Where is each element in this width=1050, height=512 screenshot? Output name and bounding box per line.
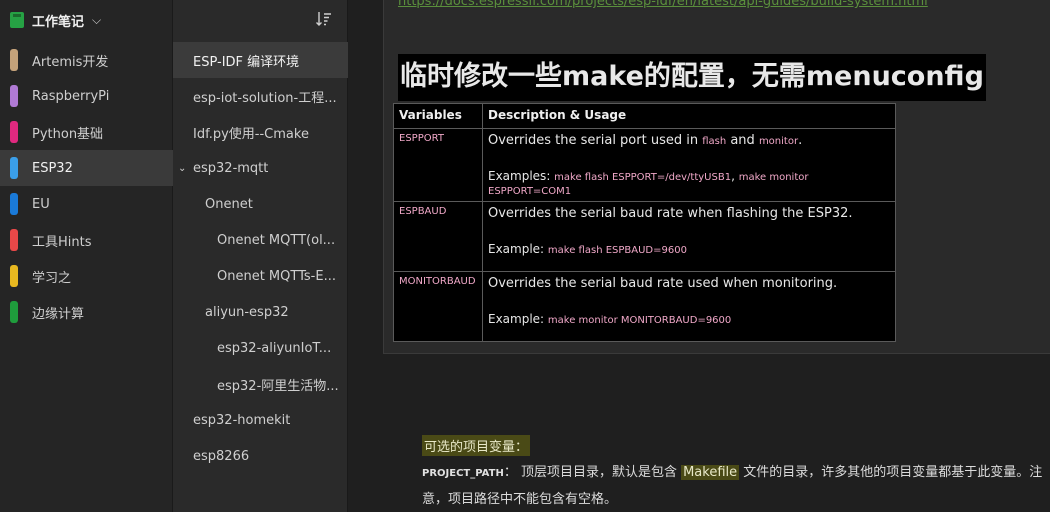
optional-vars-label: 可选的项目变量： (422, 435, 531, 456)
section-label: 工具Hints (32, 234, 92, 250)
variable-name: ESPPORT (393, 128, 483, 202)
desc-text: Overrides the serial port used in (488, 133, 703, 148)
note-item[interactable]: Idf.py使用--Cmake (173, 114, 348, 150)
note-label: esp32-aliyunIoT... (217, 340, 332, 356)
note-label: aliyun-esp32 (205, 304, 289, 320)
note-item[interactable]: ESP-IDF 编译环境 (173, 42, 348, 78)
variable-name: MONITORBAUD (393, 271, 483, 342)
variable-name: ESPBAUD (393, 201, 483, 272)
section-color-tab (10, 121, 18, 143)
section-label: 学习之 (32, 270, 72, 286)
desc-text: Overrides the serial baud rate when flas… (488, 206, 853, 221)
sort-icon[interactable] (315, 10, 335, 30)
note-item[interactable]: esp32-homekit (173, 402, 348, 438)
note-label: Onenet MQTT(ol... (217, 232, 336, 248)
highlighted-text: Makefile (681, 465, 740, 480)
notebook-sidebar: 工作笔记 ⌵ Artemis开发 RaspberryPi Python基础 ESP32… (0, 0, 173, 512)
section-label: Python基础 (32, 126, 104, 142)
note-label: esp8266 (193, 448, 250, 464)
section-item[interactable]: RaspberryPi (0, 78, 173, 114)
section-label: ESP32 (32, 160, 73, 176)
section-label: 边缘计算 (32, 306, 85, 322)
chevron-down-icon: ⌵ (92, 12, 102, 27)
desc-text: Overrides the serial baud rate used when… (488, 276, 838, 291)
section-item[interactable]: EU (0, 186, 173, 222)
note-editor: https://docs.espressif.com/projects/esp-… (349, 0, 1050, 512)
note-label: Idf.py使用--Cmake (193, 126, 309, 142)
inline-code: flash (702, 136, 727, 147)
section-color-tab (10, 193, 18, 215)
paragraph-text: 顶层项目目录，默认是包含 (516, 465, 682, 480)
desc-text: and (726, 133, 759, 148)
doc-link[interactable]: https://docs.espressif.com/projects/esp-… (398, 0, 928, 9)
section-item[interactable]: Artemis开发 (0, 42, 173, 78)
project-path-paragraph: PROJECT_PATH： 顶层项目目录，默认是包含 Makefile 文件的目… (422, 460, 1050, 512)
note-item[interactable]: esp8266 (173, 438, 348, 474)
example-label: Example: (488, 242, 548, 256)
section-color-tab (10, 85, 18, 107)
note-item[interactable]: ⌄ esp32-mqtt (173, 150, 348, 186)
note-label: esp32-homekit (193, 412, 291, 428)
variable-description: Overrides the serial port used in flash … (482, 128, 896, 202)
notebook-icon (10, 12, 24, 28)
example-label: Example: (488, 312, 548, 326)
table-row: MONITORBAUD Overrides the serial baud ra… (393, 271, 896, 342)
inline-code: monitor (758, 136, 799, 147)
notebook-title: 工作笔记 (32, 14, 85, 30)
table-header-row: Variables Description & Usage (393, 103, 896, 129)
inline-code: make flash ESPBAUD=9600 (547, 245, 687, 256)
table-header: Variables (393, 103, 483, 129)
section-color-tab (10, 49, 18, 71)
table-row: ESPPORT Overrides the serial port used i… (393, 128, 896, 202)
desc-text: . (798, 133, 803, 148)
section-color-tab (10, 157, 18, 179)
note-label: Onenet (205, 196, 253, 212)
note-item[interactable]: Onenet MQTT(ol... (173, 222, 348, 258)
inline-code: make monitor MONITORBAUD=9600 (547, 315, 732, 326)
note-label: esp32-阿里生活物... (217, 378, 339, 394)
section-item[interactable]: 工具Hints (0, 222, 173, 258)
section-label: RaspberryPi (32, 88, 110, 104)
note-label: esp32-mqtt (193, 160, 269, 176)
note-item[interactable]: esp-iot-solution-工程... (173, 78, 348, 114)
note-item[interactable]: Onenet (173, 186, 348, 222)
example-sep: , (731, 169, 739, 183)
variable-description: Overrides the serial baud rate used when… (482, 271, 896, 342)
section-heading: 临时修改一些make的配置，无需menuconfig (398, 54, 986, 101)
note-item[interactable]: aliyun-esp32 (173, 294, 348, 330)
section-color-tab (10, 265, 18, 287)
section-label: Artemis开发 (32, 54, 109, 70)
example-label: Examples: (488, 169, 555, 183)
section-item[interactable]: 边缘计算 (0, 294, 173, 330)
note-label: Onenet MQTTs-E... (217, 268, 336, 284)
section-item[interactable]: 学习之 (0, 258, 173, 294)
section-color-tab (10, 301, 18, 323)
note-label: esp-iot-solution-工程... (193, 90, 337, 106)
chevron-down-icon[interactable]: ⌄ (178, 163, 188, 174)
note-item[interactable]: esp32-阿里生活物... (173, 366, 348, 402)
inline-code: PROJECT_PATH (422, 468, 504, 479)
note-item[interactable]: esp32-aliyunIoT... (173, 330, 348, 366)
note-item[interactable]: Onenet MQTTs-E... (173, 258, 348, 294)
section-list: Artemis开发 RaspberryPi Python基础 ESP32 EU 工具Hin… (0, 42, 173, 330)
variables-table: Variables Description & Usage ESPPORT Ov… (393, 103, 896, 342)
note-label: ESP-IDF 编译环境 (193, 54, 300, 70)
section-color-tab (10, 229, 18, 251)
table-row: ESPBAUD Overrides the serial baud rate w… (393, 201, 896, 272)
section-item[interactable]: ESP32 (0, 150, 173, 186)
notebook-switcher[interactable]: 工作笔记 ⌵ (0, 0, 173, 40)
note-list: ESP-IDF 编译环境 esp-iot-solution-工程... Idf.py… (173, 42, 348, 474)
section-label: EU (32, 196, 50, 212)
section-item[interactable]: Python基础 (0, 114, 173, 150)
variable-description: Overrides the serial baud rate when flas… (482, 201, 896, 272)
table-header: Description & Usage (482, 103, 896, 129)
inline-code: make flash ESPPORT=/dev/ttyUSB1 (554, 172, 732, 183)
paragraph-text: ： (503, 465, 517, 480)
